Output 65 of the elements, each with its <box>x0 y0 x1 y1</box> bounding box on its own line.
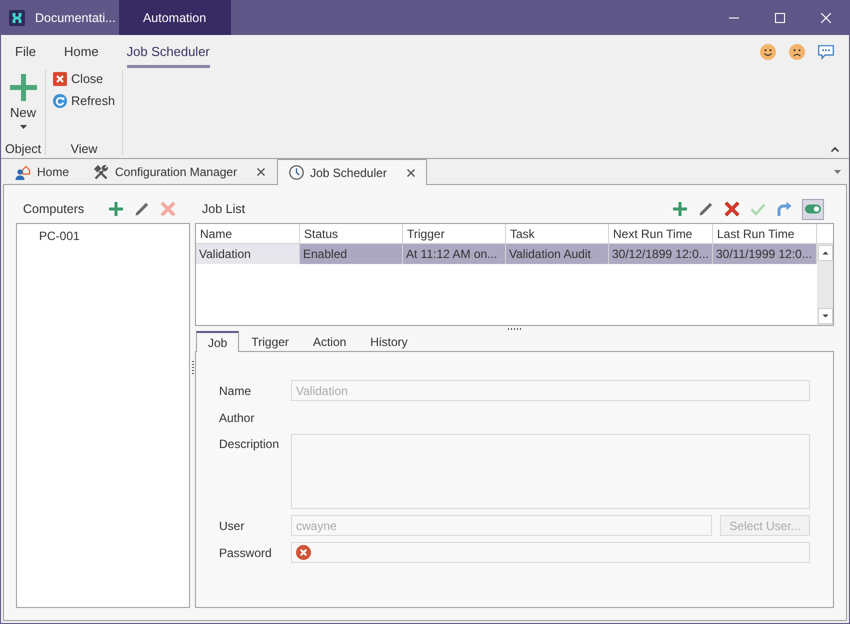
list-item[interactable]: PC-001 <box>17 226 189 246</box>
toggle-button[interactable] <box>802 198 824 220</box>
plus-icon <box>10 74 37 101</box>
document-tab[interactable]: Job Scheduler <box>277 159 427 185</box>
table-row[interactable]: Validation Enabled At 11:12 AM on... Validation Audit 30/12/1899 12:0... 30/11/1999 12:0... <box>196 244 817 264</box>
ribbon-tab[interactable]: File <box>15 35 36 68</box>
field-label: Name <box>219 384 252 398</box>
password-field[interactable] <box>291 542 810 563</box>
group-label: View <box>70 141 98 158</box>
ribbon-tab[interactable]: Job Scheduler <box>126 35 210 68</box>
column-header[interactable]: Last Run Time <box>713 224 817 243</box>
caret-icon <box>834 170 841 174</box>
pencil-icon[interactable] <box>698 201 714 217</box>
smiley-icon[interactable] <box>760 44 776 60</box>
detail-tab[interactable]: History <box>358 331 420 351</box>
table-cell: At 11:12 AM on... <box>403 244 506 264</box>
circular-arrow-icon <box>53 94 68 108</box>
detail-tab[interactable]: Trigger <box>239 331 301 351</box>
speech-bubble-icon[interactable] <box>818 44 834 60</box>
field-label: Description <box>219 436 280 451</box>
scroll-up-button[interactable] <box>818 245 832 261</box>
column-header[interactable]: Name <box>196 224 300 243</box>
ribbon-button[interactable]: Close <box>50 68 106 90</box>
ribbon-button[interactable]: Refresh <box>50 90 118 112</box>
scrollbar-track[interactable] <box>817 244 833 325</box>
ribbon-tab[interactable]: Home <box>64 35 99 68</box>
cross-square-icon <box>53 72 68 86</box>
maximize-icon[interactable] <box>775 12 785 22</box>
caret-icon[interactable] <box>831 147 839 152</box>
new-button[interactable]: New <box>6 68 41 133</box>
document-tab[interactable]: Configuration Manager <box>81 159 278 184</box>
column-header[interactable]: Next Run Time <box>609 224 713 243</box>
group-label: Object <box>5 141 42 158</box>
title-tab[interactable]: Automation <box>118 0 231 35</box>
pencil-icon[interactable] <box>134 201 150 217</box>
field-label: User <box>219 518 246 532</box>
field-label: Password <box>219 546 273 560</box>
sad-face-icon[interactable] <box>789 44 805 60</box>
section-title: Computers <box>22 202 86 216</box>
switch-icon <box>805 204 821 214</box>
table-cell: 30/12/1899 12:0... <box>609 244 713 264</box>
plus-icon[interactable] <box>108 201 124 217</box>
person-house-icon <box>15 164 31 180</box>
cross-icon[interactable] <box>724 201 740 217</box>
column-header[interactable]: Task <box>506 224 609 243</box>
curved-arrow-icon[interactable] <box>776 201 792 217</box>
tools-icon <box>93 164 110 180</box>
close-icon[interactable] <box>406 168 415 176</box>
section-title: Job List <box>201 202 246 216</box>
app-logo-icon <box>9 10 25 26</box>
table-cell: Enabled <box>300 244 403 264</box>
clock-icon <box>289 165 304 180</box>
scroll-down-button[interactable] <box>818 308 832 324</box>
column-header[interactable]: Trigger <box>403 224 506 243</box>
detail-tab[interactable]: Job <box>196 331 240 352</box>
detail-tab[interactable]: Action <box>300 331 358 351</box>
field-label: Author <box>219 410 256 424</box>
column-header[interactable]: Status <box>300 224 403 243</box>
document-tab[interactable]: Home <box>3 159 82 184</box>
table-cell: Validation <box>196 244 300 264</box>
table-cell: Validation Audit <box>506 244 609 264</box>
minimize-icon[interactable] <box>729 16 739 18</box>
close-icon[interactable] <box>257 168 266 176</box>
title-tab[interactable]: Documentati... <box>25 0 119 35</box>
plus-icon[interactable] <box>672 201 688 217</box>
